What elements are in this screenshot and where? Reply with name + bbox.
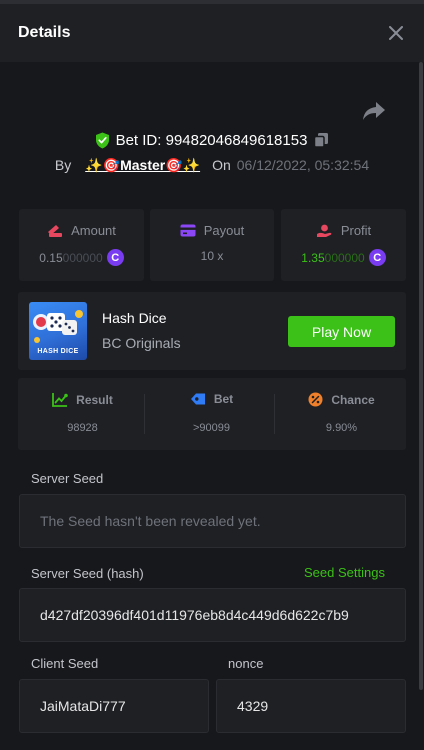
profit-value: 1.35000000 (301, 250, 365, 265)
divider (274, 394, 275, 434)
page-title: Details (18, 24, 71, 41)
client-seed-field[interactable]: JaiMataDi777 (19, 679, 209, 733)
divider (144, 394, 145, 434)
copy-icon[interactable] (313, 132, 329, 148)
game-name: Hash Dice (102, 310, 167, 326)
share-button[interactable] (362, 100, 386, 122)
payout-value: 10 x (200, 249, 224, 263)
nonce-field[interactable]: 4329 (216, 679, 406, 733)
details-header: Details (0, 4, 424, 62)
amount-value: 0.15000000 (39, 250, 103, 265)
tag-icon (190, 393, 205, 405)
profit-label: Profit (340, 223, 372, 238)
server-seed-hash-label: Server Seed (hash) (31, 566, 144, 581)
coin-icon: C (368, 249, 386, 266)
amount-stat-card: Amount 0.15000000 C (19, 209, 144, 281)
game-card: HASH DICE Hash Dice BC Originals Play No… (18, 292, 406, 370)
bet-date: 06/12/2022, 05:32:54 (236, 157, 370, 173)
card-icon (180, 224, 196, 237)
result-label: Result (76, 392, 113, 407)
bet-author-row: By ✨🎯Master🎯✨ On 06/12/2022, 05:32:54 (0, 153, 424, 177)
chance-label: Chance (331, 392, 375, 407)
profit-stat-card: Profit 1.35000000 C (281, 209, 406, 281)
seed-settings-link[interactable]: Seed Settings (304, 565, 385, 580)
bet-label: Bet (213, 392, 234, 406)
amount-label: Amount (71, 223, 116, 238)
percent-icon (308, 392, 323, 407)
bet-id-row: Bet ID: 99482046849618153 (0, 128, 424, 152)
bet-value: >90099 (192, 422, 230, 434)
game-provider: BC Originals (102, 335, 181, 351)
money-hand-icon (316, 224, 332, 237)
user-name-link[interactable]: ✨🎯Master🎯✨ (85, 157, 200, 174)
result-column: Result 98928 (18, 378, 147, 450)
thumbnail-caption: HASH DICE (37, 348, 79, 355)
client-seed-label: Client Seed (31, 656, 99, 671)
hash-dice-thumbnail[interactable]: HASH DICE (29, 302, 87, 360)
server-seed-label: Server Seed (31, 471, 104, 486)
nonce-label: nonce (228, 656, 264, 671)
bet-column: Bet >90099 (147, 378, 276, 450)
coin-icon: C (106, 249, 124, 266)
play-now-button[interactable]: Play Now (288, 316, 395, 347)
server-seed-field[interactable]: The Seed hasn't been revealed yet. (19, 494, 406, 548)
dice-result-panel: Result 98928 Bet >90099 Chance 9.90% (18, 378, 406, 450)
bet-id: Bet ID: 99482046849618153 (115, 131, 308, 149)
result-value: 98928 (67, 422, 98, 434)
chance-column: Chance 9.90% (277, 378, 406, 450)
server-seed-hash-field[interactable]: d427df20396df401d11976eb8d4c449d6d622c7b… (19, 588, 406, 642)
payout-label: Payout (203, 223, 245, 238)
wallet-icon (48, 224, 63, 237)
trend-chart-icon (52, 393, 68, 407)
verified-shield-icon (95, 132, 109, 148)
on-label: On (212, 157, 231, 173)
payout-stat-card: Payout 10 x (150, 209, 274, 281)
by-label: By (54, 157, 72, 173)
close-icon (389, 26, 403, 40)
share-icon (363, 102, 385, 120)
close-button[interactable] (386, 23, 406, 43)
chance-value: 9.90% (325, 422, 358, 434)
